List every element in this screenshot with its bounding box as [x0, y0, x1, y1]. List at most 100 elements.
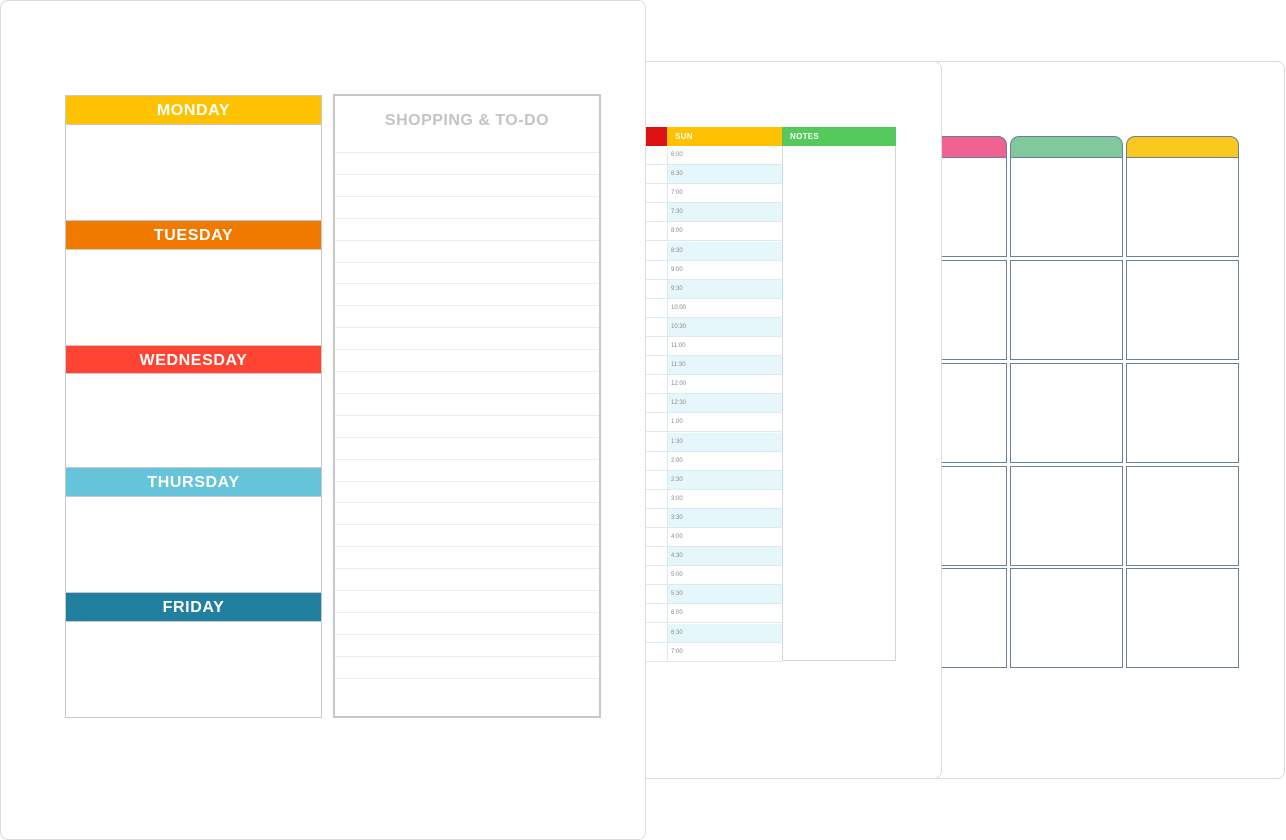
todo-line[interactable] [335, 546, 599, 548]
time-row[interactable]: 3:30 [646, 508, 782, 528]
time-label: 12:30 [671, 400, 687, 407]
time-row-cell [667, 146, 782, 164]
time-label: 10:30 [671, 323, 687, 330]
time-row[interactable]: 4:00 [646, 528, 782, 547]
time-row-cell [667, 451, 782, 470]
time-row[interactable]: 9:00 [646, 260, 782, 280]
calendar-day-cell[interactable] [1126, 466, 1239, 566]
todo-line[interactable] [335, 611, 599, 613]
todo-title: SHOPPING & TO-DO [384, 112, 550, 129]
time-row[interactable]: 7:00 [646, 184, 782, 204]
schedule-header-red [646, 127, 667, 146]
todo-line[interactable] [335, 524, 599, 526]
time-row-tint [667, 508, 782, 527]
time-label: 7:30 [671, 209, 683, 216]
time-label: 7:00 [671, 648, 683, 655]
time-label: 6:30 [671, 171, 683, 178]
time-row[interactable]: 6:30 [646, 165, 782, 185]
todo-line[interactable] [335, 590, 599, 591]
time-label: 1:30 [671, 438, 683, 445]
time-row[interactable]: 1:30 [646, 432, 782, 452]
time-row[interactable]: 4:30 [646, 547, 782, 567]
todo-line[interactable] [335, 261, 599, 263]
todo-line[interactable] [335, 633, 599, 635]
calendar-day-cell[interactable] [940, 260, 1007, 360]
time-label: 9:30 [671, 285, 683, 292]
time-label: 8:30 [671, 247, 683, 254]
time-row[interactable]: 12:00 [646, 375, 782, 395]
time-row-cell [667, 489, 782, 508]
todo-line[interactable] [335, 392, 599, 394]
time-row[interactable]: 8:30 [646, 241, 782, 261]
calendar-day-cell[interactable] [940, 363, 1007, 463]
todo-line[interactable] [335, 480, 599, 482]
time-row[interactable]: 5:30 [646, 585, 782, 605]
day-box-monday[interactable] [65, 125, 322, 221]
calendar-day-cell[interactable] [940, 568, 1007, 668]
time-label: 11:00 [671, 343, 686, 349]
time-row[interactable]: 8:00 [646, 222, 782, 242]
todo-line[interactable] [335, 414, 599, 416]
calendar-day-cell[interactable] [1010, 157, 1123, 257]
time-row[interactable]: 11:00 [646, 337, 782, 356]
todo-line[interactable] [335, 283, 599, 285]
day-box-thursday[interactable] [65, 497, 322, 593]
todo-line[interactable] [335, 677, 599, 679]
todo-line[interactable] [335, 152, 599, 153]
time-row-tint [667, 623, 782, 642]
time-row[interactable]: 10:30 [646, 317, 782, 337]
calendar-day-cell[interactable] [1126, 157, 1239, 257]
time-row[interactable]: 9:30 [646, 279, 782, 299]
time-label: 6:00 [671, 152, 683, 158]
day-box-tuesday[interactable] [65, 250, 322, 346]
calendar-day-cell[interactable] [1010, 363, 1123, 463]
time-row[interactable]: 11:30 [646, 356, 782, 376]
time-row[interactable]: 1:00 [646, 413, 782, 433]
todo-line[interactable] [335, 239, 599, 241]
time-label: 12:00 [671, 381, 687, 388]
calendar-day-cell[interactable] [1010, 568, 1123, 668]
notes-column[interactable] [782, 146, 896, 661]
time-row-tint [667, 241, 782, 260]
todo-line[interactable] [335, 327, 599, 329]
time-row[interactable]: 6:00 [646, 146, 782, 165]
time-row-cell [667, 642, 782, 661]
calendar-day-cell[interactable] [1010, 466, 1123, 566]
time-row[interactable]: 6:00 [646, 604, 782, 624]
todo-line[interactable] [335, 173, 599, 175]
todo-line[interactable] [335, 305, 599, 307]
time-row[interactable]: 3:00 [646, 489, 782, 509]
time-row[interactable]: 10:00 [646, 298, 782, 318]
schedule-header-notes: NOTES [782, 127, 896, 146]
calendar-day-cell[interactable] [1010, 260, 1123, 360]
todo-line[interactable] [335, 371, 599, 372]
shopping-todo-list[interactable]: SHOPPING & TO-DO [333, 94, 601, 718]
todo-line[interactable] [335, 217, 599, 219]
calendar-day-cell[interactable] [1126, 260, 1239, 360]
time-row[interactable]: 7:30 [646, 203, 782, 223]
todo-line[interactable] [335, 195, 599, 197]
weekday-tab [1126, 136, 1239, 158]
calendar-day-cell[interactable] [940, 466, 1007, 566]
calendar-day-cell[interactable] [1126, 568, 1239, 668]
todo-line[interactable] [335, 655, 599, 657]
time-row[interactable]: 12:30 [646, 394, 782, 414]
todo-line[interactable] [335, 458, 599, 460]
time-label: 2:30 [671, 476, 683, 483]
todo-line[interactable] [335, 436, 599, 438]
day-box-friday[interactable] [65, 622, 322, 718]
time-label: 6:00 [671, 610, 683, 617]
calendar-day-cell[interactable] [940, 157, 1007, 257]
time-label: 1:00 [671, 419, 683, 426]
todo-line[interactable] [335, 349, 599, 351]
time-label: 5:00 [671, 572, 683, 579]
time-row[interactable]: 6:30 [646, 623, 782, 643]
todo-line[interactable] [335, 502, 599, 504]
time-row[interactable]: 2:30 [646, 470, 782, 490]
day-box-wednesday[interactable] [65, 374, 322, 468]
todo-line[interactable] [335, 568, 599, 570]
time-row[interactable]: 5:00 [646, 566, 782, 586]
time-row[interactable]: 2:00 [646, 451, 782, 471]
time-row[interactable]: 7:00 [646, 642, 782, 662]
calendar-day-cell[interactable] [1126, 363, 1239, 463]
